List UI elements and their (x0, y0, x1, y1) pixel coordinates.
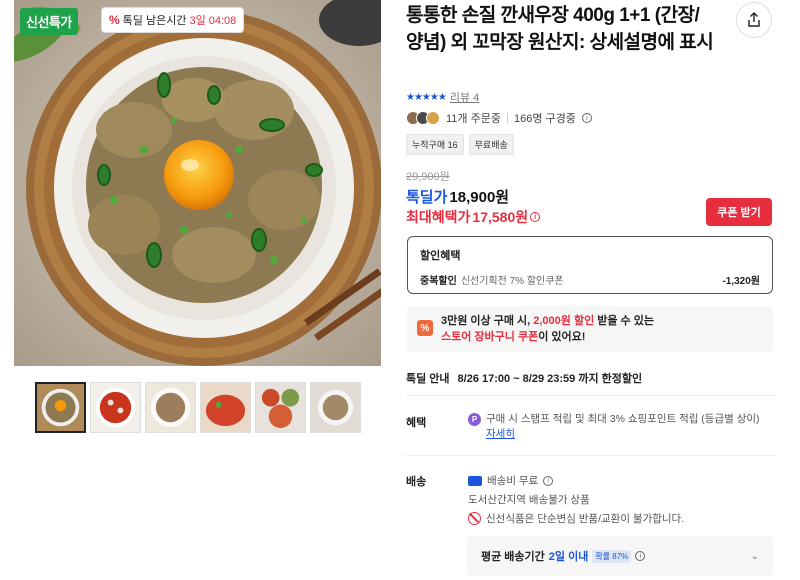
promo-line2-highlight: 스토어 장바구니 쿠폰 (441, 331, 539, 343)
divider (406, 395, 776, 396)
benefit-content: P 구매 시 스탬프 적립 및 최대 3% 쇼핑포인트 적립 (등급별 상이) … (468, 412, 768, 442)
discount-name: 중복할인 (420, 276, 457, 287)
rating-stars: ★★★★★ (406, 91, 447, 103)
max-benefit-price: 최대혜택가 17,580원 i (406, 207, 541, 227)
promo-line1-a: 3만원 이상 구매 시, (441, 315, 531, 327)
info-icon[interactable]: i (581, 113, 592, 123)
deal-timer-badge: % 톡딜 남은시간 3일 04:08 (102, 8, 244, 32)
product-title: 통통한 손질 깐새우장 400g 1+1 (간장/양념) 외 꼬막장 원산지: … (406, 5, 714, 53)
percent-coupon-icon: % (417, 320, 433, 336)
review-link[interactable]: 리뷰 4 (450, 89, 479, 105)
deal-schedule: 톡딜 안내 8/26 17:00 ~ 8/29 23:59 까지 한정할인 (406, 370, 642, 386)
thumbnail-5[interactable] (255, 382, 306, 433)
share-icon (748, 12, 760, 27)
buyer-avatars (406, 111, 440, 125)
promo-line1-b: 받을 수 있는 (597, 315, 654, 327)
shipping-fee-text: 배송비 무료 (487, 475, 539, 487)
shipping-restriction: 도서산간지역 배송불가 상품 (468, 490, 684, 509)
promo-line2-b: 이 있어요! (538, 331, 586, 343)
max-price-label: 최대혜택가 (406, 209, 471, 225)
shipping-restriction-text: 도서산간지역 배송불가 상품 (468, 494, 590, 506)
shipping-fee: 배송비 무료 i (468, 471, 684, 490)
thumbnail-3[interactable] (145, 382, 196, 433)
chevron-down-icon[interactable]: ⌄ (751, 551, 759, 562)
avg-delivery-value: 2일 이내 (548, 551, 589, 563)
product-main-image[interactable]: 신선특가 % 톡딜 남은시간 3일 04:08 (14, 0, 381, 366)
order-stats: 11개 주문중 166명 구경중 i (406, 110, 592, 126)
cart-coupon-promo[interactable]: % 3만원 이상 구매 시, 2,000원 할인 받을 수 있는 스토어 장바구… (407, 306, 773, 352)
order-count: 11개 주문중 (446, 113, 501, 125)
product-page: 신선특가 % 톡딜 남은시간 3일 04:08 통통한 손질 깐새우장 400g… (0, 0, 800, 580)
discount-desc: 신선기획전 7% 할인쿠폰 (460, 276, 564, 287)
discount-row: 중복할인 신선기획전 7% 할인쿠폰 -1,320원 (420, 272, 760, 287)
prohibited-icon (468, 512, 481, 525)
thumbnail-2[interactable] (90, 382, 141, 433)
discount-box: 할인혜택 중복할인 신선기획전 7% 할인쿠폰 -1,320원 (407, 236, 773, 294)
thumbnail-6[interactable] (310, 382, 361, 433)
deal-price: 톡딜가 18,900원 (406, 186, 509, 207)
promo-line1-highlight: 2,000원 할인 (533, 315, 595, 327)
deal-price-label: 톡딜가 (406, 189, 448, 206)
deal-schedule-label: 톡딜 안내 (406, 373, 450, 385)
discount-title: 할인혜택 (420, 250, 461, 262)
delivery-info-icon[interactable]: i (635, 551, 646, 561)
original-price: 29,900원 (406, 171, 450, 183)
rating-row: ★★★★★ 리뷰 4 (406, 89, 479, 105)
benefit-text: 구매 시 스탬프 적립 및 최대 3% 쇼핑포인트 적립 (등급별 상이) (486, 413, 760, 425)
food-photo (14, 0, 381, 366)
benefit-label: 혜택 (406, 417, 427, 429)
truck-icon (468, 475, 482, 486)
no-return-text: 신선식품은 단순변심 반품/교환이 불가합니다. (486, 513, 685, 525)
deal-schedule-value: 8/26 17:00 ~ 8/29 23:59 까지 한정할인 (457, 373, 643, 385)
max-price-value: 17,580원 (472, 209, 529, 225)
max-price-info-icon[interactable]: i (530, 212, 541, 222)
share-button[interactable] (736, 2, 772, 38)
tag-free-shipping: 무료배송 (468, 134, 514, 155)
tag-cumulative-purchase: 누적구매 16 (406, 134, 464, 155)
shipping-label: 배송 (406, 476, 427, 488)
shipping-info-icon[interactable]: i (543, 475, 554, 486)
benefit-detail-link[interactable]: 자세히 (486, 428, 515, 440)
avg-delivery-label: 평균 배송기간 (481, 551, 545, 563)
deal-price-value: 18,900원 (449, 189, 510, 206)
thumbnail-list (35, 382, 361, 433)
percent-icon: % (109, 13, 120, 27)
average-delivery-box[interactable]: 평균 배송기간 2일 이내 확률 87% i ⌄ (467, 536, 773, 576)
delivery-probability-badge: 확률 87% (592, 549, 632, 563)
product-tags: 누적구매 16 무료배송 (406, 134, 514, 155)
timer-value: 3일 04:08 (189, 15, 237, 27)
fresh-deal-badge: 신선특가 (20, 8, 78, 35)
coupon-button[interactable]: 쿠폰 받기 (706, 198, 772, 226)
divider (506, 113, 508, 123)
thumbnail-4[interactable] (200, 382, 251, 433)
point-icon: P (468, 413, 481, 426)
shipping-info: 배송비 무료 i 도서산간지역 배송불가 상품 신선식품은 단순변심 반품/교환… (468, 471, 684, 528)
promo-text: 3만원 이상 구매 시, 2,000원 할인 받을 수 있는 스토어 장바구니 … (441, 313, 654, 345)
thumbnail-1[interactable] (35, 382, 86, 433)
viewer-count: 166명 구경중 (513, 113, 576, 125)
divider (406, 455, 776, 456)
timer-label: 톡딜 남은시간 (122, 15, 187, 27)
discount-amount: -1,320원 (722, 276, 760, 287)
no-return-notice: 신선식품은 단순변심 반품/교환이 불가합니다. (468, 509, 684, 528)
